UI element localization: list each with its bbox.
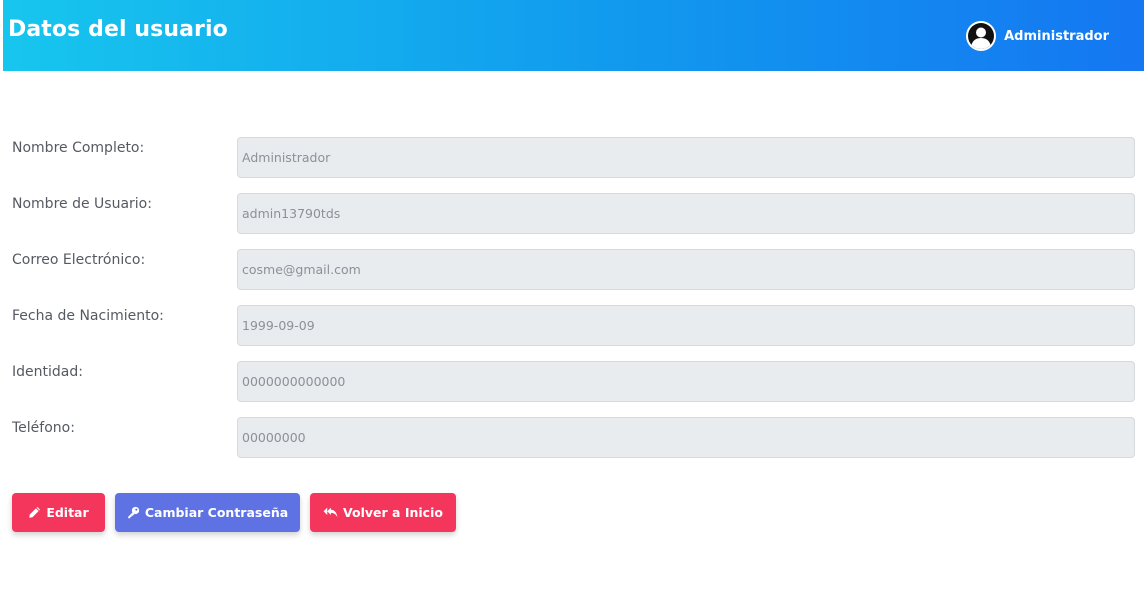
form-row-birth-date: Fecha de Nacimiento: (12, 305, 1135, 346)
reply-all-icon (323, 507, 338, 518)
edit-button[interactable]: Editar (12, 493, 105, 532)
birth-date-field[interactable] (237, 305, 1135, 346)
phone-label: Teléfono: (12, 420, 75, 436)
identity-field[interactable] (237, 361, 1135, 402)
form-row-identity: Identidad: (12, 361, 1135, 402)
change-password-button[interactable]: Cambiar Contraseña (115, 493, 300, 532)
birth-date-label: Fecha de Nacimiento: (12, 308, 164, 324)
form-row-phone: Teléfono: (12, 417, 1135, 458)
change-password-button-label: Cambiar Contraseña (144, 505, 289, 520)
page-title: Datos del usuario (8, 17, 228, 42)
identity-label: Identidad: (12, 364, 83, 380)
email-field[interactable] (237, 249, 1135, 290)
username-field[interactable] (237, 193, 1135, 234)
form-row-full-name: Nombre Completo: (12, 137, 1135, 178)
user-data-form: Nombre Completo: Nombre de Usuario: Corr… (12, 137, 1135, 473)
edit-button-label: Editar (46, 505, 89, 520)
action-buttons: Editar Cambiar Contraseña Volver a Inici… (12, 493, 456, 532)
key-icon (128, 506, 140, 519)
phone-field[interactable] (237, 417, 1135, 458)
email-label: Correo Electrónico: (12, 252, 146, 268)
back-home-button[interactable]: Volver a Inicio (310, 493, 456, 532)
user-name: Administrador (1004, 28, 1109, 44)
form-row-username: Nombre de Usuario: (12, 193, 1135, 234)
full-name-label: Nombre Completo: (12, 140, 145, 156)
top-header: Datos del usuario Administrador (3, 0, 1144, 71)
pencil-icon (29, 506, 41, 518)
full-name-field[interactable] (237, 137, 1135, 178)
user-menu[interactable]: Administrador (965, 20, 1109, 52)
form-row-email: Correo Electrónico: (12, 249, 1135, 290)
username-label: Nombre de Usuario: (12, 196, 152, 212)
user-avatar-icon (966, 21, 997, 51)
back-home-button-label: Volver a Inicio (343, 505, 443, 520)
